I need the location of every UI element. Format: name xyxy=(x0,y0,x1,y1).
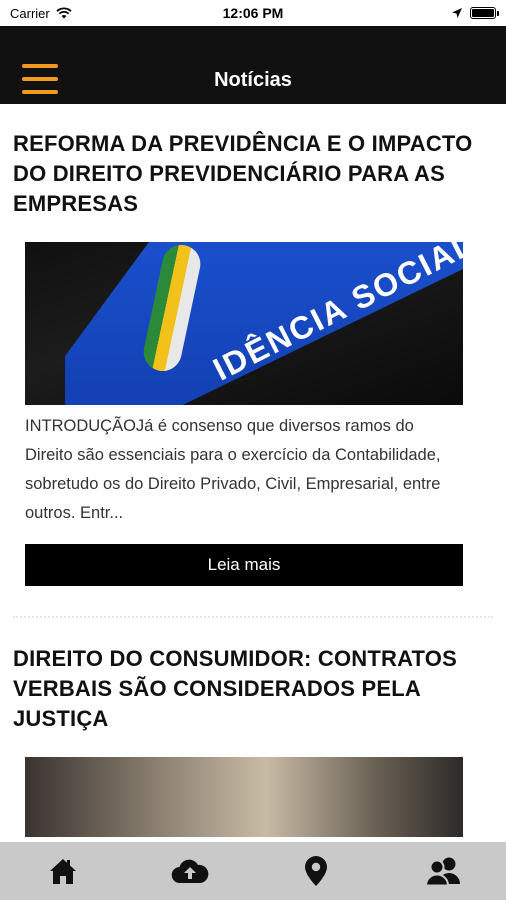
tab-bar xyxy=(0,842,506,900)
tab-home[interactable] xyxy=(0,842,127,900)
article-image[interactable] xyxy=(25,757,463,837)
menu-line xyxy=(22,64,58,68)
news-article: DIREITO DO CONSUMIDOR: CONTRATOS VERBAIS… xyxy=(0,644,506,837)
battery-fill xyxy=(472,9,494,17)
read-more-button[interactable]: Leia mais xyxy=(25,544,463,586)
status-right xyxy=(452,7,499,19)
location-pin-icon xyxy=(305,856,328,886)
tab-location[interactable] xyxy=(253,842,380,900)
wifi-icon xyxy=(56,7,72,19)
article-excerpt: INTRODUÇÃOJá é consenso que diversos ram… xyxy=(25,417,441,522)
nav-bar: Notícias xyxy=(0,26,506,104)
location-arrow-icon xyxy=(452,8,462,18)
tab-contacts[interactable] xyxy=(380,842,506,900)
article-divider xyxy=(13,616,493,618)
contacts-icon xyxy=(424,857,460,886)
status-left: Carrier xyxy=(10,6,72,21)
article-title[interactable]: DIREITO DO CONSUMIDOR: CONTRATOS VERBAIS… xyxy=(13,644,493,734)
cloud-upload-icon xyxy=(171,859,209,884)
news-feed[interactable]: REFORMA DA PREVIDÊNCIA E O IMPACTO DO DI… xyxy=(0,104,506,842)
status-bar: Carrier 12:06 PM xyxy=(0,0,506,26)
article-title[interactable]: REFORMA DA PREVIDÊNCIA E O IMPACTO DO DI… xyxy=(13,129,493,219)
tab-upload[interactable] xyxy=(127,842,254,900)
carrier-label: Carrier xyxy=(10,5,50,21)
status-time: 12:06 PM xyxy=(222,5,284,21)
article-image[interactable]: IDÊNCIA SOCIAL xyxy=(25,242,463,405)
page-title: Notícias xyxy=(214,69,292,91)
home-icon xyxy=(50,859,77,884)
news-article: REFORMA DA PREVIDÊNCIA E O IMPACTO DO DI… xyxy=(0,129,506,586)
battery-icon xyxy=(470,7,499,19)
